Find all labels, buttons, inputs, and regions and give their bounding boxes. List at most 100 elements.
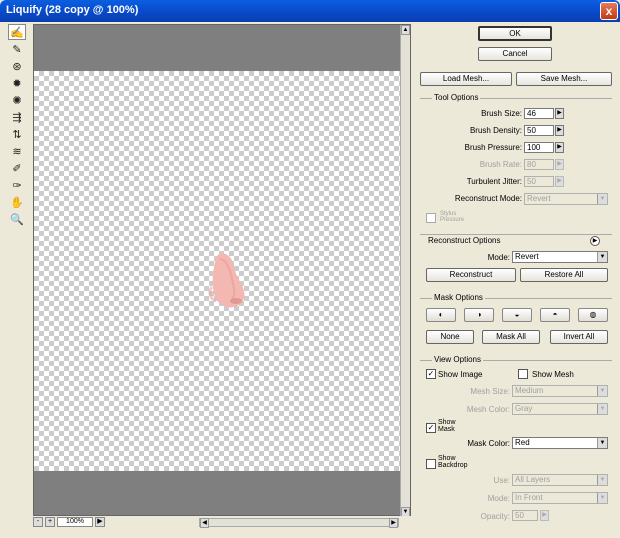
zoom-level-field[interactable]: 100% xyxy=(57,517,93,527)
group-title: Mask Options xyxy=(432,293,485,302)
pucker-tool[interactable]: ✹ xyxy=(8,75,26,91)
ok-button[interactable]: OK xyxy=(478,26,552,41)
backdrop-mode-value: In Front xyxy=(515,493,543,502)
turbulence-tool-icon: ≋ xyxy=(12,145,22,158)
mask-options-group: Mask Options ◐ ◑ ◒ ◓ ◍ None Mask All Inv… xyxy=(420,293,612,358)
brush-size-label: Brush Size: xyxy=(481,109,522,118)
turbulent-jitter-input[interactable]: 50 xyxy=(524,176,554,187)
stylus-pressure-checkbox[interactable] xyxy=(426,213,436,223)
brush-size-input[interactable]: 46 xyxy=(524,108,554,119)
mask-intersect-icon: ◓ xyxy=(552,310,558,319)
mesh-color-select[interactable]: Gray ▼ xyxy=(512,403,608,415)
pucker-tool-icon: ✹ xyxy=(12,77,22,90)
zoom-in-button[interactable]: + xyxy=(45,517,55,527)
reconstruct-options-menu-button[interactable]: ▶ xyxy=(590,236,600,246)
horizontal-scrollbar[interactable]: ◀ ▶ xyxy=(199,518,399,528)
zoom-out-button[interactable]: - xyxy=(33,517,43,527)
scroll-right-button[interactable]: ▶ xyxy=(389,518,398,528)
intersect-selection-mask-button[interactable]: ◓ xyxy=(540,308,570,322)
group-title: View Options xyxy=(432,355,483,364)
push-left-tool[interactable]: ⇶ xyxy=(8,109,26,125)
turbulence-tool[interactable]: ≋ xyxy=(8,143,26,159)
check-icon: ✓ xyxy=(427,423,435,432)
close-button[interactable]: x xyxy=(600,2,618,20)
brush-size-slider-button[interactable]: ▶ xyxy=(555,108,564,119)
hand-tool[interactable]: ✋ xyxy=(8,194,26,210)
reconstruct-mode-label-2: Mode: xyxy=(487,253,510,262)
zoom-tool-icon: 🔍 xyxy=(10,213,24,226)
brush-pressure-input[interactable]: 100 xyxy=(524,142,554,153)
subtract-from-selection-mask-button[interactable]: ◒ xyxy=(502,308,532,322)
brush-rate-input[interactable]: 80 xyxy=(524,159,554,170)
thaw-mask-tool[interactable]: ✑ xyxy=(8,177,26,193)
reconstruct-tool[interactable]: ✎ xyxy=(8,41,26,57)
zoom-menu-button[interactable]: ▶ xyxy=(95,517,105,527)
load-mesh-button[interactable]: Load Mesh... xyxy=(420,72,512,86)
brush-density-slider-button[interactable]: ▶ xyxy=(555,125,564,136)
backdrop-opacity-input[interactable]: 50 xyxy=(512,510,538,521)
brush-rate-label: Brush Rate: xyxy=(479,160,522,169)
chevron-down-icon: ▼ xyxy=(597,493,607,503)
reconstruct-mode-dropdown[interactable]: Revert ▼ xyxy=(512,251,608,263)
transparency-checkerboard[interactable] xyxy=(34,71,401,471)
hand-tool-icon: ✋ xyxy=(10,196,24,209)
push-left-tool-icon: ⇶ xyxy=(12,111,22,124)
reconstruct-mode-value: Revert xyxy=(527,194,551,203)
tool-options-group: Tool Options Brush Size: 46 ▶ Brush Dens… xyxy=(420,93,612,228)
replace-selection-mask-button[interactable]: ◐ xyxy=(426,308,456,322)
turbulent-jitter-label: Turbulent Jitter: xyxy=(466,177,522,186)
scroll-left-button[interactable]: ◀ xyxy=(200,518,209,528)
backdrop-use-value: All Layers xyxy=(515,475,551,484)
mask-add-icon: ◑ xyxy=(476,310,482,319)
brush-density-input[interactable]: 50 xyxy=(524,125,554,136)
vertical-scrollbar[interactable]: ▲ ▼ xyxy=(400,25,410,517)
show-backdrop-checkbox[interactable] xyxy=(426,459,436,469)
brush-pressure-slider-button[interactable]: ▶ xyxy=(555,142,564,153)
mesh-size-select[interactable]: Medium ▼ xyxy=(512,385,608,397)
bloat-tool[interactable]: ✺ xyxy=(8,92,26,108)
save-mesh-button[interactable]: Save Mesh... xyxy=(516,72,612,86)
show-mask-label: Show Mask xyxy=(438,419,456,433)
backdrop-use-select[interactable]: All Layers ▼ xyxy=(512,474,608,486)
backdrop-mode-select[interactable]: In Front ▼ xyxy=(512,492,608,504)
show-image-checkbox[interactable]: ✓ xyxy=(426,369,436,379)
freeze-mask-tool[interactable]: ✐ xyxy=(8,160,26,176)
mask-none-button[interactable]: None xyxy=(426,330,474,344)
twirl-clockwise-tool[interactable]: ⊛ xyxy=(8,58,26,74)
mask-all-button[interactable]: Mask All xyxy=(482,330,540,344)
freeze-mask-tool-icon: ✐ xyxy=(12,162,22,175)
mask-color-label: Mask Color: xyxy=(467,439,510,448)
reconstruct-button[interactable]: Reconstruct xyxy=(426,268,516,282)
backdrop-mode-label: Mode: xyxy=(487,494,510,503)
show-mesh-label: Show Mesh xyxy=(532,370,574,379)
scroll-up-button[interactable]: ▲ xyxy=(401,25,410,35)
brush-rate-slider-button[interactable]: ▶ xyxy=(555,159,564,170)
mask-color-select[interactable]: Red ▼ xyxy=(512,437,608,449)
reconstruct-tool-icon: ✎ xyxy=(12,43,22,56)
turbulent-jitter-slider-button[interactable]: ▶ xyxy=(555,176,564,187)
invert-all-button[interactable]: Invert All xyxy=(550,330,608,344)
status-bar: - + 100% ▶ ◀ ▶ xyxy=(33,516,411,528)
restore-all-button[interactable]: Restore All xyxy=(520,268,608,282)
chevron-right-icon: ▶ xyxy=(97,518,103,525)
chevron-down-icon: ▼ xyxy=(597,386,607,396)
reconstruct-mode-select[interactable]: Revert ▼ xyxy=(524,193,608,205)
chevron-down-icon: ▼ xyxy=(402,509,409,515)
add-to-selection-mask-button[interactable]: ◑ xyxy=(464,308,494,322)
view-options-group: View Options ✓ Show Image Show Mesh Mesh… xyxy=(420,355,612,538)
backdrop-opacity-slider-button[interactable]: ▶ xyxy=(540,510,549,521)
mask-subtract-icon: ◒ xyxy=(514,310,520,319)
show-mesh-checkbox[interactable] xyxy=(518,369,528,379)
invert-selection-mask-button[interactable]: ◍ xyxy=(578,308,608,322)
window-title: Liquify (28 copy @ 100%) xyxy=(6,4,139,16)
play-icon: ▶ xyxy=(557,127,562,133)
show-mask-checkbox[interactable]: ✓ xyxy=(426,423,436,433)
forward-warp-tool[interactable]: ✍ xyxy=(8,24,26,40)
window-title-bar: Liquify (28 copy @ 100%) x xyxy=(0,0,620,22)
mirror-tool[interactable]: ⇅ xyxy=(8,126,26,142)
zoom-tool[interactable]: 🔍 xyxy=(8,211,26,227)
opacity-label: Opacity: xyxy=(480,512,510,521)
play-icon: ▶ xyxy=(592,238,598,244)
cancel-button[interactable]: Cancel xyxy=(478,47,552,61)
preview-canvas[interactable]: ▲ ▼ xyxy=(33,24,411,517)
